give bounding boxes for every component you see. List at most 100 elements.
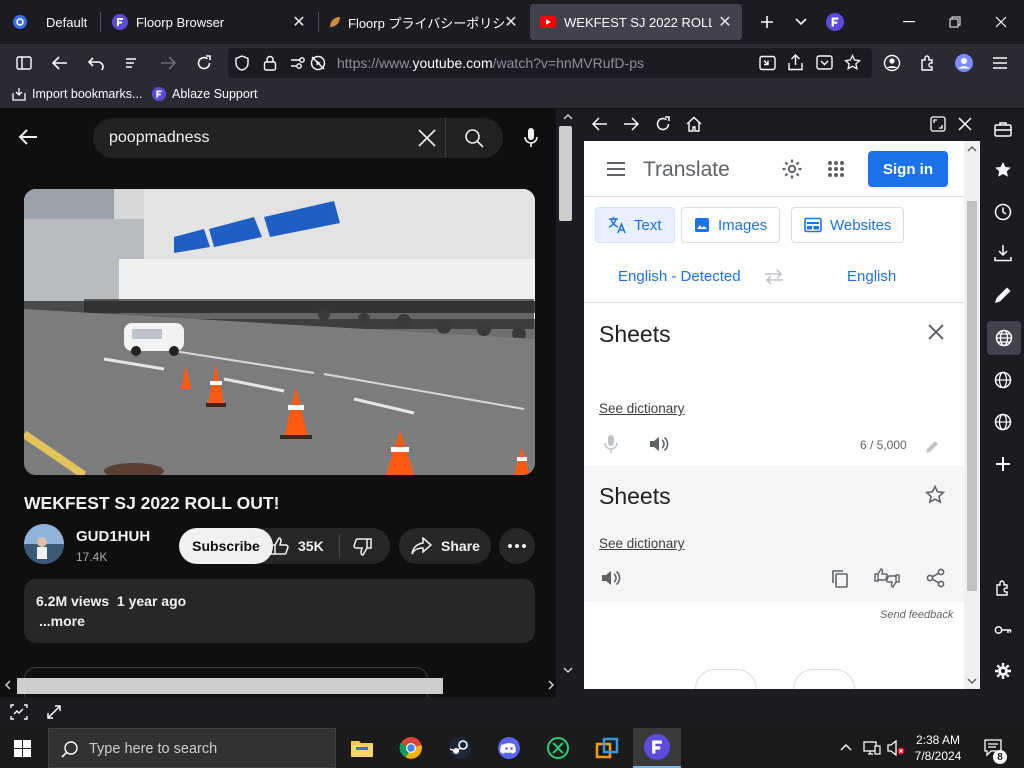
listen-speaker-icon[interactable] bbox=[649, 435, 669, 453]
settings-gear-icon[interactable] bbox=[781, 158, 803, 180]
share-page-icon[interactable] bbox=[788, 54, 803, 71]
tab-youtube-video[interactable]: WEKFEST SJ 2022 ROLL OUT! ✕ bbox=[530, 4, 742, 40]
tab-floorp-privacy[interactable]: Floorp プライバシーポリシー ✕ bbox=[320, 4, 528, 40]
thumbs-up-icon[interactable] bbox=[270, 537, 290, 555]
panel-back-icon[interactable] bbox=[592, 117, 608, 131]
source-language-selector[interactable]: English - Detected bbox=[618, 268, 741, 285]
back-arrow-icon[interactable] bbox=[18, 128, 38, 146]
tracking-protection-shield-icon[interactable] bbox=[234, 55, 250, 71]
channel-avatar[interactable] bbox=[24, 524, 64, 564]
channel-name[interactable]: GUD1HUH bbox=[76, 528, 150, 545]
save-star-icon[interactable] bbox=[925, 485, 945, 505]
history-list-icon[interactable] bbox=[119, 50, 145, 76]
copy-icon[interactable] bbox=[831, 569, 849, 589]
screenshot-tool-icon[interactable] bbox=[10, 704, 28, 720]
youtube-search-bar[interactable]: poopmadness bbox=[93, 118, 503, 158]
tab-list-chevron-icon[interactable] bbox=[786, 8, 816, 36]
taskbar-search-box[interactable]: Type here to search bbox=[48, 728, 336, 768]
send-feedback-link[interactable]: Send feedback bbox=[880, 609, 953, 621]
forward-icon[interactable] bbox=[155, 50, 181, 76]
see-dictionary-link[interactable]: See dictionary bbox=[599, 401, 685, 416]
lock-icon[interactable] bbox=[263, 55, 277, 71]
back-icon[interactable] bbox=[47, 50, 73, 76]
minimize-icon[interactable] bbox=[894, 8, 924, 36]
xbox-game-bar-icon[interactable] bbox=[534, 728, 582, 768]
tab-close-icon[interactable]: ✕ bbox=[290, 13, 308, 31]
source-text-area[interactable]: Sheets See dictionary 6 / 5,000 bbox=[584, 302, 964, 466]
tab-close-icon[interactable]: ✕ bbox=[502, 13, 520, 31]
panel-forward-icon[interactable] bbox=[623, 117, 639, 131]
sign-in-button[interactable]: Sign in bbox=[868, 151, 948, 187]
web-panel-globe-icon[interactable] bbox=[989, 366, 1017, 394]
description-box[interactable]: 6.2M views 1 year ago ...more bbox=[24, 579, 535, 643]
downloads-icon[interactable] bbox=[989, 239, 1017, 267]
add-panel-plus-icon[interactable] bbox=[989, 450, 1017, 478]
resize-diagonal-icon[interactable] bbox=[46, 704, 62, 720]
new-tab-icon[interactable] bbox=[752, 8, 782, 36]
notes-pen-icon[interactable] bbox=[989, 281, 1017, 309]
hamburger-menu-icon[interactable] bbox=[987, 50, 1013, 76]
system-clock[interactable]: 2:38 AM 7/8/2024 bbox=[912, 732, 964, 764]
scroll-up-arrow-icon[interactable] bbox=[967, 145, 977, 153]
apps-grid-icon[interactable] bbox=[827, 160, 845, 178]
share-button[interactable]: Share bbox=[399, 528, 491, 564]
scroll-down-arrow-icon[interactable] bbox=[563, 666, 573, 674]
passwords-key-icon[interactable] bbox=[989, 616, 1017, 644]
volume-muted-icon[interactable] bbox=[887, 740, 905, 756]
profile-avatar-icon[interactable] bbox=[951, 50, 977, 76]
floorp-menu-icon[interactable] bbox=[820, 8, 850, 36]
sidebar-toggle-icon[interactable] bbox=[11, 50, 37, 76]
history-button[interactable] bbox=[695, 669, 757, 689]
bookmark-import[interactable]: Import bookmarks... bbox=[12, 87, 142, 101]
subscribe-button[interactable]: Subscribe bbox=[179, 528, 273, 564]
vertical-scrollbar-thumb[interactable] bbox=[559, 126, 572, 221]
search-icon[interactable] bbox=[464, 128, 484, 148]
web-panel-translate-icon[interactable] bbox=[987, 321, 1021, 355]
workspace-tab-default[interactable]: Default bbox=[4, 4, 100, 40]
picture-in-picture-icon[interactable] bbox=[759, 55, 776, 71]
url-bar[interactable]: https://www.youtube.com/watch?v=hnMVRufD… bbox=[228, 48, 872, 78]
chrome-icon[interactable] bbox=[387, 728, 435, 768]
close-window-icon[interactable] bbox=[986, 8, 1016, 36]
history-clock-icon[interactable] bbox=[989, 198, 1017, 226]
bookmark-ablaze-support[interactable]: Ablaze Support bbox=[152, 87, 257, 101]
clear-search-icon[interactable] bbox=[417, 128, 437, 148]
sidebar-settings-gear-icon[interactable] bbox=[989, 657, 1017, 685]
tab-close-icon[interactable]: ✕ bbox=[716, 13, 734, 31]
show-more-link[interactable]: ...more bbox=[39, 613, 85, 629]
more-actions-button[interactable] bbox=[499, 528, 535, 564]
rate-translation-icon[interactable] bbox=[874, 568, 900, 588]
save-to-pocket-icon[interactable] bbox=[816, 54, 833, 71]
sidebar-extensions-icon[interactable] bbox=[989, 574, 1017, 602]
reload-icon[interactable] bbox=[191, 50, 217, 76]
scroll-down-arrow-icon[interactable] bbox=[967, 677, 977, 685]
permissions-icon[interactable] bbox=[290, 56, 308, 70]
web-panel-globe-icon[interactable] bbox=[989, 408, 1017, 436]
main-menu-icon[interactable] bbox=[606, 161, 626, 177]
panel-expand-icon[interactable] bbox=[930, 116, 946, 132]
steam-icon[interactable] bbox=[436, 728, 484, 768]
thumbs-down-icon[interactable] bbox=[352, 538, 372, 556]
horizontal-scrollbar-thumb[interactable] bbox=[17, 678, 443, 694]
microphone-icon[interactable] bbox=[604, 434, 618, 454]
mode-text-button[interactable]: Text bbox=[595, 207, 675, 243]
video-player[interactable] bbox=[24, 189, 535, 475]
vertical-scrollbar[interactable] bbox=[556, 109, 580, 697]
swap-languages-icon[interactable] bbox=[764, 269, 784, 285]
source-text[interactable]: Sheets bbox=[599, 321, 671, 348]
mode-images-button[interactable]: Images bbox=[681, 207, 781, 243]
app-squares-icon[interactable] bbox=[583, 728, 631, 768]
discord-icon[interactable] bbox=[485, 728, 533, 768]
account-icon[interactable] bbox=[879, 50, 905, 76]
autoplay-blocked-icon[interactable] bbox=[310, 55, 326, 71]
scroll-right-arrow-icon[interactable] bbox=[547, 680, 555, 690]
microphone-icon[interactable] bbox=[523, 127, 539, 149]
see-dictionary-link[interactable]: See dictionary bbox=[599, 536, 685, 551]
tab-floorp-browser[interactable]: Floorp Browser ✕ bbox=[104, 4, 316, 40]
panel-reload-icon[interactable] bbox=[655, 116, 671, 132]
bookmarks-star-icon[interactable] bbox=[989, 156, 1017, 184]
show-hidden-icons-chevron-icon[interactable] bbox=[840, 743, 852, 751]
toolbox-icon[interactable] bbox=[989, 115, 1017, 143]
mode-websites-button[interactable]: Websites bbox=[791, 207, 905, 243]
edit-pencil-icon[interactable] bbox=[925, 440, 939, 454]
